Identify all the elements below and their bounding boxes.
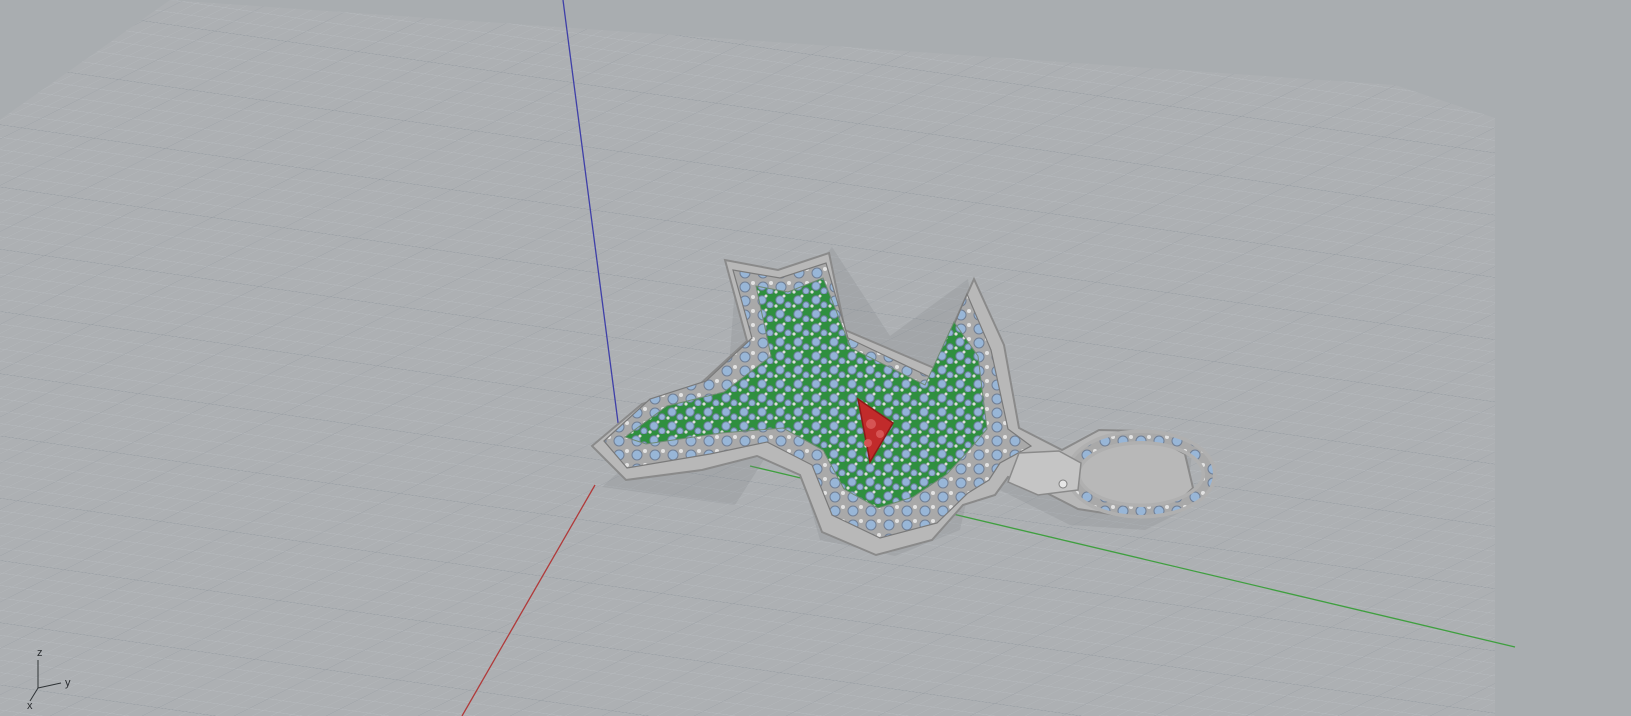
- viewport-scene[interactable]: z y x: [0, 0, 1631, 716]
- gizmo-y-label: y: [65, 677, 71, 689]
- gizmo-z-label: z: [37, 647, 43, 659]
- perspective-viewport[interactable]: z y x: [0, 0, 1631, 716]
- gizmo-x-label: x: [27, 700, 33, 712]
